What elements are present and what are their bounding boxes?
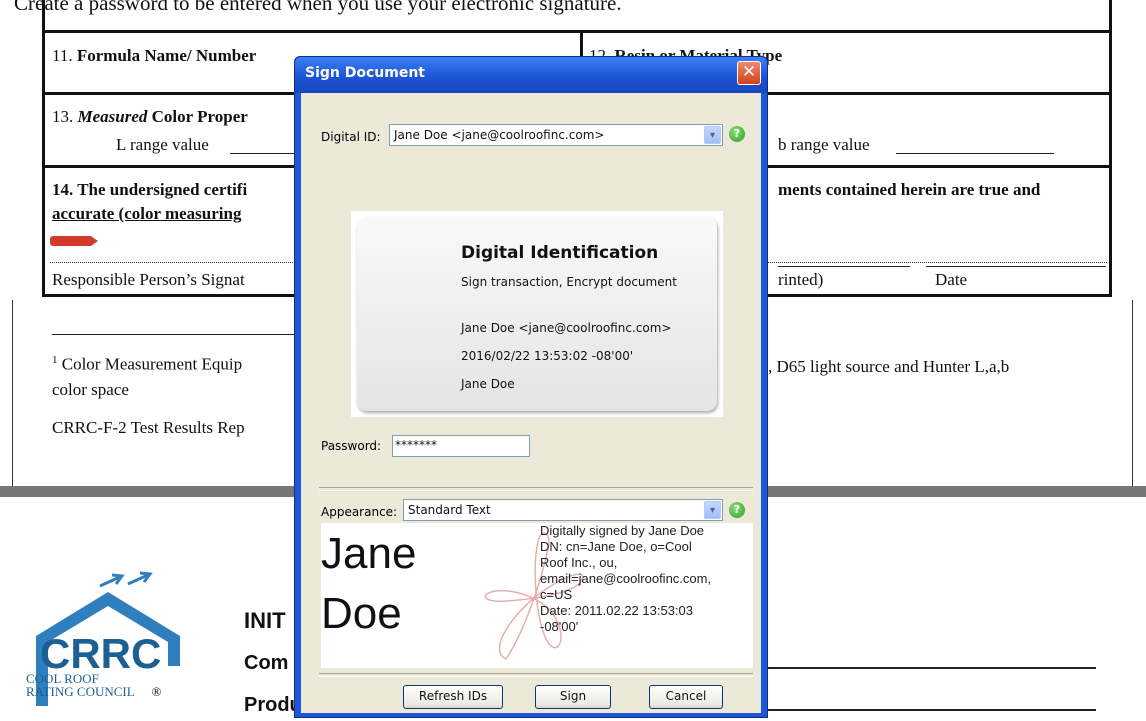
- chevron-down-icon[interactable]: ▾: [704, 126, 721, 144]
- certification-text-right: ments contained herein are true and: [778, 180, 1041, 199]
- signature-label: Responsible Person’s Signat: [52, 270, 245, 289]
- password-field[interactable]: *******: [392, 435, 530, 457]
- dialog-title: Sign Document: [305, 65, 425, 81]
- card-name: Jane Doe: [461, 377, 515, 391]
- help-icon[interactable]: ?: [729, 126, 745, 142]
- card-email: Jane Doe <jane@coolroofinc.com>: [461, 321, 672, 335]
- product-line: [766, 709, 1096, 711]
- separator: [319, 673, 753, 677]
- appearance-label: Appearance:: [321, 505, 398, 519]
- card-date: 2016/02/22 13:53:02 -08'00': [461, 349, 634, 363]
- password-label: Password:: [321, 439, 382, 453]
- signature-first-name: Jane: [321, 529, 417, 578]
- signature-last-name: Doe: [321, 589, 402, 638]
- sign-document-dialog: Sign Document ✕ Digital ID: Jane Doe <ja…: [294, 56, 768, 718]
- cancel-button[interactable]: Cancel: [649, 685, 723, 709]
- date-line: [926, 266, 1106, 267]
- card-panel: Digital Identification Sign transaction,…: [357, 217, 717, 411]
- field-13-label: 13. Measured Color Proper: [52, 107, 248, 126]
- svg-text:CRRC: CRRC: [40, 630, 161, 677]
- footnote-text-line2: color space: [52, 380, 129, 399]
- appearance-value: Standard Text: [408, 503, 491, 517]
- refresh-ids-button[interactable]: Refresh IDs: [403, 685, 503, 709]
- section-heading: INIT: [244, 608, 286, 633]
- digital-id-value: Jane Doe <jane@coolroofinc.com>: [394, 128, 605, 142]
- l-range-line: [230, 153, 294, 154]
- l-range-label: L range value: [116, 135, 209, 154]
- signature-preview: Jane Doe Digitally signed by Jane Doe DN…: [321, 523, 753, 668]
- report-label: CRRC-F-2 Test Results Rep: [52, 418, 245, 437]
- page-edge: [1132, 300, 1133, 486]
- help-icon[interactable]: ?: [729, 502, 745, 518]
- date-label: Date: [935, 270, 968, 289]
- sign-button[interactable]: Sign: [535, 685, 611, 709]
- signature-details: Digitally signed by Jane Doe DN: cn=Jane…: [540, 523, 712, 634]
- printed-name-line: [778, 266, 910, 267]
- logo-caption: COOL ROOF RATING COUNCIL ®: [26, 671, 162, 699]
- printed-name-label: rinted): [778, 270, 824, 289]
- b-range-label: b range value: [778, 135, 870, 154]
- footnote-rule: [52, 334, 296, 335]
- separator: [319, 487, 753, 491]
- footnote-text: 1 Color Measurement Equip: [52, 354, 243, 374]
- table-rule: [45, 30, 1109, 33]
- b-range-line: [896, 153, 1054, 154]
- card-usage: Sign transaction, Encrypt document: [461, 275, 677, 289]
- chevron-down-icon[interactable]: ▾: [704, 501, 721, 519]
- certification-text-line2: accurate (color measuring: [52, 204, 242, 223]
- dialog-title-bar[interactable]: Sign Document ✕: [295, 57, 767, 93]
- digital-id-card: Digital Identification Sign transaction,…: [351, 211, 723, 417]
- company-line: [766, 667, 1096, 669]
- page-edge: [12, 300, 13, 486]
- appearance-select[interactable]: Standard Text ▾: [403, 499, 723, 521]
- footnote-text-right: , D65 light source and Hunter L,a,b: [768, 357, 1010, 376]
- close-button[interactable]: ✕: [737, 61, 761, 85]
- digital-id-select[interactable]: Jane Doe <jane@coolroofinc.com> ▾: [389, 124, 723, 146]
- dialog-body: Digital ID: Jane Doe <jane@coolroofinc.c…: [301, 93, 761, 713]
- digital-id-label: Digital ID:: [321, 130, 381, 144]
- company-label: Com: [244, 652, 289, 674]
- card-title: Digital Identification: [461, 243, 659, 263]
- certification-text-left: 14. The undersigned certifi: [52, 180, 248, 199]
- signature-flag-icon: [50, 236, 98, 246]
- field-11-label: 11. Formula Name/ Number: [52, 46, 257, 65]
